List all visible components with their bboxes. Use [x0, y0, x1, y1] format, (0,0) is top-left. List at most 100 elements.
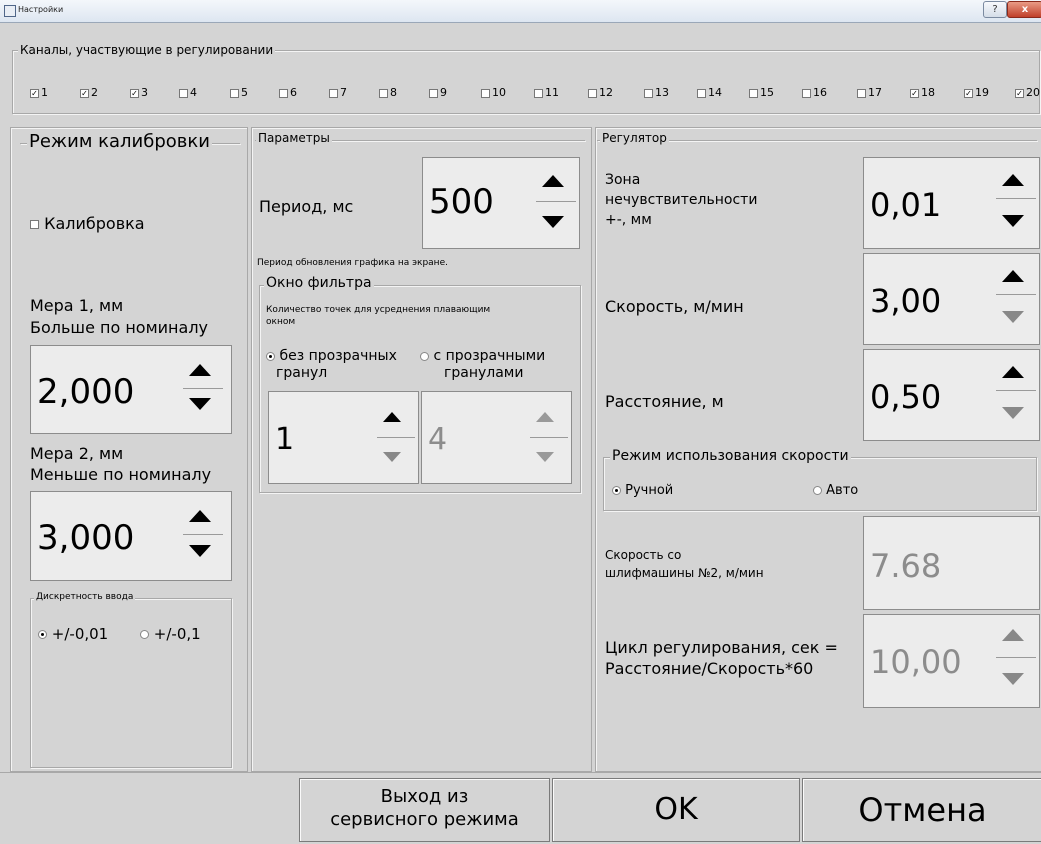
checkbox-icon[interactable] [857, 88, 866, 98]
arrow-up-icon[interactable] [383, 412, 401, 422]
checkbox-icon[interactable] [279, 88, 288, 98]
radio-icon[interactable] [612, 486, 621, 495]
arrow-down-icon[interactable] [189, 398, 211, 410]
ok-button[interactable]: OK [552, 778, 800, 842]
checkbox-icon[interactable] [534, 88, 543, 98]
distance-spinbox[interactable]: 0,50 [863, 349, 1040, 441]
checkbox-icon[interactable]: ✓ [910, 88, 919, 98]
channel-label: 8 [390, 86, 397, 99]
mode-manual-radio[interactable]: Ручной [612, 483, 673, 498]
calibration-checkbox-box[interactable] [30, 220, 39, 229]
channel-checkbox-12[interactable]: 12 [588, 86, 613, 99]
channel-checkbox-5[interactable]: 5 [230, 86, 248, 99]
checkbox-icon[interactable] [588, 88, 597, 98]
checkbox-icon[interactable]: ✓ [1015, 88, 1024, 98]
arrow-up-icon[interactable] [542, 175, 564, 187]
checkbox-icon[interactable] [644, 88, 653, 98]
exit-line2: сервисного режима [330, 809, 519, 830]
cancel-button[interactable]: Отмена [802, 778, 1041, 842]
channel-checkbox-8[interactable]: 8 [379, 86, 397, 99]
channel-checkbox-13[interactable]: 13 [644, 86, 669, 99]
option-a-label: +/-0,01 [51, 625, 109, 643]
channel-label: 6 [290, 86, 297, 99]
measure1-sublabel: Больше по номиналу [30, 318, 209, 337]
checkbox-icon[interactable]: ✓ [30, 88, 39, 98]
channel-checkbox-19[interactable]: ✓ 19 [964, 86, 989, 99]
radio-icon[interactable] [420, 351, 429, 361]
checkbox-icon[interactable] [697, 88, 706, 98]
channel-checkbox-4[interactable]: 4 [179, 86, 197, 99]
period-spinbox[interactable]: 500 [422, 157, 580, 249]
checkbox-icon[interactable] [802, 88, 811, 98]
arrow-down-icon[interactable] [189, 545, 211, 557]
channel-checkbox-7[interactable]: 7 [329, 86, 347, 99]
arrow-up-icon[interactable] [1002, 174, 1024, 186]
arrow-down-icon[interactable] [542, 216, 564, 228]
measure2-spinbox[interactable]: 3,000 [30, 491, 232, 581]
radio-b-line1: с прозрачными [433, 348, 546, 364]
arrow-up-icon[interactable] [1002, 366, 1024, 378]
discreteness-option-a[interactable]: +/-0,01 [38, 625, 108, 643]
checkbox-icon[interactable] [749, 88, 758, 98]
channel-checkbox-11[interactable]: 11 [534, 86, 559, 99]
points-b-spinbox: 4 [421, 391, 572, 484]
radio-with-granules[interactable]: с прозрачными гранулами [420, 348, 545, 382]
discreteness-option-b[interactable]: +/-0,1 [140, 625, 201, 643]
channels-title: Каналы, участвующие в регулировании [18, 43, 276, 57]
calibration-checkbox[interactable]: Калибровка [30, 214, 145, 233]
radio-without-granules[interactable]: без прозрачных гранул [266, 348, 397, 382]
channel-checkbox-18[interactable]: ✓ 18 [910, 86, 935, 99]
arrow-down-icon[interactable] [1002, 407, 1024, 419]
help-button[interactable]: ? [983, 1, 1007, 18]
zone-label-line2: нечувствительности [605, 192, 758, 208]
channel-label: 20 [1026, 86, 1040, 99]
measure1-label: Мера 1, мм [30, 296, 124, 315]
period-label: Период, мс [259, 197, 354, 216]
checkbox-icon[interactable] [429, 88, 438, 98]
radio-icon[interactable] [140, 630, 149, 639]
checkbox-icon[interactable] [179, 88, 188, 98]
mode-auto-radio[interactable]: Авто [813, 483, 858, 498]
checkbox-icon[interactable] [329, 88, 338, 98]
zone-spinbox[interactable]: 0,01 [863, 157, 1040, 249]
checkbox-icon[interactable]: ✓ [80, 88, 89, 98]
close-button[interactable]: x [1007, 1, 1041, 18]
filter-hint: Количество точек для усреднения плавающи… [266, 305, 491, 327]
channel-checkbox-3[interactable]: ✓ 3 [130, 86, 148, 99]
arrow-down-icon[interactable] [1002, 215, 1024, 227]
channel-checkbox-14[interactable]: 14 [697, 86, 722, 99]
channel-checkbox-6[interactable]: 6 [279, 86, 297, 99]
speed-spinbox[interactable]: 3,00 [863, 253, 1040, 345]
radio-icon[interactable] [813, 486, 822, 495]
channel-label: 1 [41, 86, 48, 99]
channel-checkbox-9[interactable]: 9 [429, 86, 447, 99]
channel-label: 16 [813, 86, 827, 99]
channel-checkbox-17[interactable]: 17 [857, 86, 882, 99]
channel-checkbox-10[interactable]: 10 [481, 86, 506, 99]
channel-checkbox-1[interactable]: ✓ 1 [30, 86, 48, 99]
channel-checkbox-15[interactable]: 15 [749, 86, 774, 99]
channel-checkbox-2[interactable]: ✓ 2 [80, 86, 98, 99]
channel-checkbox-16[interactable]: 16 [802, 86, 827, 99]
arrow-down-icon [1002, 673, 1024, 685]
arrow-up-icon[interactable] [189, 364, 211, 376]
arrow-up-icon[interactable] [1002, 270, 1024, 282]
points-a-spinbox[interactable]: 1 [268, 391, 419, 484]
measure1-spinbox[interactable]: 2,000 [30, 345, 232, 434]
points-a-value: 1 [275, 422, 295, 457]
arrow-up-icon[interactable] [189, 510, 211, 522]
checkbox-icon[interactable] [230, 88, 239, 98]
arrow-down-icon[interactable] [1002, 311, 1024, 323]
radio-icon[interactable] [38, 630, 47, 639]
checkbox-icon[interactable]: ✓ [130, 88, 139, 98]
exit-service-mode-button[interactable]: Выход из сервисного режима [299, 778, 550, 842]
mode-auto-label: Авто [826, 483, 859, 498]
arrow-down-icon[interactable] [383, 452, 401, 462]
channel-label: 2 [91, 86, 98, 99]
checkbox-icon[interactable]: ✓ [964, 88, 973, 98]
radio-icon[interactable] [266, 351, 275, 361]
checkbox-icon[interactable] [481, 88, 490, 98]
checkbox-icon[interactable] [379, 88, 388, 98]
speed-label: Скорость, м/мин [605, 297, 744, 316]
channel-checkbox-20[interactable]: ✓ 20 [1015, 86, 1040, 99]
